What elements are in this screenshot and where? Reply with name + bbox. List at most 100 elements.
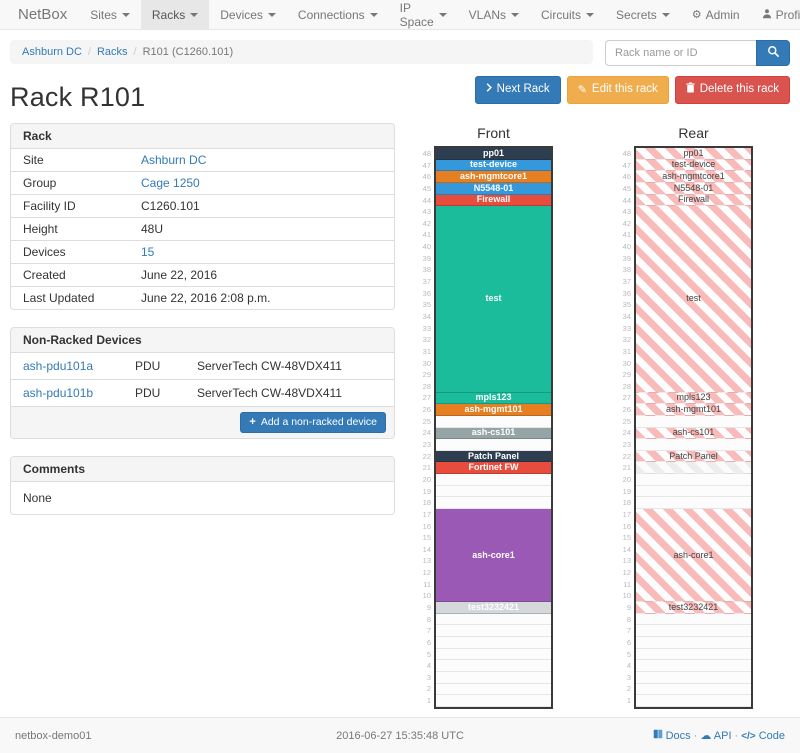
code-link[interactable]: </> Code — [741, 730, 785, 742]
rack-unit-device[interactable]: test3232421 — [636, 602, 751, 614]
unit-number: 46 — [617, 171, 631, 183]
rack-unit-device[interactable]: pp01 — [436, 148, 551, 160]
rack-unit-device[interactable]: Firewall — [636, 195, 751, 207]
rack-unit-device[interactable]: Patch Panel — [436, 451, 551, 463]
rack-unit-empty — [436, 672, 551, 684]
nav-item-profile[interactable]: Profile — [751, 0, 800, 29]
edit-rack-button[interactable]: ✎ Edit this rack — [567, 76, 669, 104]
attr-label: Site — [23, 153, 141, 167]
unit-number: 39 — [417, 253, 431, 265]
rack-unit-device[interactable]: ash-core1 — [636, 509, 751, 602]
netbox-brand[interactable]: NetBox — [6, 0, 79, 29]
rack-unit-empty — [436, 474, 551, 486]
attr-value: 15 — [141, 245, 154, 259]
rack-unit-device[interactable]: ash-mgmtcore1 — [636, 171, 751, 183]
next-rack-button[interactable]: Next Rack — [475, 76, 561, 104]
attr-value-link[interactable]: Cage 1250 — [141, 176, 200, 190]
rack-unit-device[interactable]: test — [636, 206, 751, 392]
breadcrumb-item[interactable]: Racks — [97, 46, 128, 58]
nav-item-vlans[interactable]: VLANs — [458, 0, 530, 29]
unit-number: 40 — [617, 241, 631, 253]
unit-number: 38 — [417, 264, 431, 276]
rack-unit-device[interactable] — [636, 462, 751, 474]
docs-label: Docs — [666, 730, 691, 742]
search-button[interactable] — [756, 40, 790, 66]
rack-unit-empty — [636, 660, 751, 672]
rack-unit-device[interactable]: test-device — [636, 160, 751, 172]
rack-unit-device[interactable]: ash-core1 — [436, 509, 551, 602]
rack-unit-device[interactable]: N5548-01 — [636, 183, 751, 195]
unit-number: 25 — [417, 416, 431, 428]
rack-unit-device[interactable]: test3232421 — [436, 602, 551, 614]
unit-number: 28 — [617, 381, 631, 393]
unit-number: 17 — [417, 509, 431, 521]
nav-item-connections[interactable]: Connections — [287, 0, 389, 29]
unit-number: 29 — [417, 369, 431, 381]
breadcrumb-item[interactable]: Ashburn DC — [22, 46, 82, 58]
rack-unit-device[interactable]: mpls123 — [436, 393, 551, 405]
nav-item-secrets[interactable]: Secrets — [605, 0, 681, 29]
unit-number: 29 — [617, 369, 631, 381]
elevation-title-rear: Rear — [634, 125, 753, 141]
rack-unit-device[interactable]: test — [436, 206, 551, 392]
unit-number: 22 — [417, 451, 431, 463]
unit-number: 20 — [617, 474, 631, 486]
delete-rack-button[interactable]: Delete this rack — [675, 76, 790, 104]
rack-unit-device[interactable]: N5548-01 — [436, 183, 551, 195]
rack-attr-row: Devices15 — [11, 240, 394, 263]
rack-unit-device[interactable]: Firewall — [436, 195, 551, 207]
rack-unit-device[interactable]: ash-mgmt101 — [636, 404, 751, 416]
device-name-link[interactable]: ash-pdu101b — [23, 386, 93, 400]
rack-unit-device[interactable]: ash-mgmt101 — [436, 404, 551, 416]
rack-unit-device[interactable]: Patch Panel — [636, 451, 751, 463]
unit-number: 31 — [617, 346, 631, 358]
unit-number: 38 — [617, 264, 631, 276]
add-nonracked-device-button[interactable]: + Add a non-racked device — [240, 412, 386, 433]
device-name-link[interactable]: ash-pdu101a — [23, 359, 93, 373]
edit-rack-label: Edit this rack — [592, 83, 658, 97]
unit-number: 46 — [417, 171, 431, 183]
nav-item-devices[interactable]: Devices — [209, 0, 287, 29]
rack-unit-device[interactable]: pp01 — [636, 148, 751, 160]
unit-number: 34 — [617, 311, 631, 323]
rack-unit-device[interactable]: Fortinet FW — [436, 462, 551, 474]
attr-value: June 22, 2016 — [141, 268, 217, 282]
unit-number: 19 — [417, 486, 431, 498]
rack-unit-empty — [636, 416, 751, 428]
chevron-down-icon — [370, 13, 378, 17]
code-label: Code — [759, 730, 785, 742]
rack-attrs: SiteAshburn DCGroupCage 1250Facility IDC… — [11, 149, 394, 309]
rack-unit-device[interactable]: mpls123 — [636, 393, 751, 405]
rack-unit-device[interactable]: test-device — [436, 160, 551, 172]
attr-value-link[interactable]: 15 — [141, 245, 154, 259]
rack-unit-device[interactable]: ash-cs101 — [636, 428, 751, 440]
nav-item-racks[interactable]: Racks — [141, 0, 209, 29]
unit-number: 8 — [617, 614, 631, 626]
rack-unit-device[interactable]: ash-mgmtcore1 — [436, 171, 551, 183]
api-link[interactable]: ☁ API — [700, 730, 731, 742]
add-nonracked-label: Add a non-racked device — [261, 416, 377, 429]
unit-number: 22 — [617, 451, 631, 463]
book-icon — [653, 730, 663, 742]
nav-item-circuits[interactable]: Circuits — [530, 0, 605, 29]
attr-label: Facility ID — [23, 199, 141, 213]
unit-number: 21 — [417, 462, 431, 474]
search-input[interactable] — [605, 40, 756, 66]
unit-number: 48 — [617, 148, 631, 160]
rack-unit-empty — [436, 486, 551, 498]
docs-link[interactable]: Docs — [653, 730, 691, 742]
unit-number: 10 — [617, 590, 631, 602]
nav-item-admin[interactable]: ⚙ Admin — [681, 0, 751, 29]
unit-number: 42 — [417, 218, 431, 230]
footer-timestamp: 2016-06-27 15:35:48 UTC — [272, 730, 529, 742]
rack-unit-device[interactable]: ash-cs101 — [436, 428, 551, 440]
rack-unit-empty — [436, 649, 551, 661]
rack-unit-empty — [436, 439, 551, 451]
nav-item-ip-space[interactable]: IP Space — [389, 0, 458, 29]
nav-item-sites[interactable]: Sites — [79, 0, 141, 29]
breadcrumb: Ashburn DC/Racks/R101 (C1260.101) — [10, 40, 593, 64]
unit-number: 37 — [417, 276, 431, 288]
attr-value-link[interactable]: Ashburn DC — [141, 153, 206, 167]
comments-panel-title: Comments — [11, 457, 394, 482]
unit-number: 37 — [617, 276, 631, 288]
